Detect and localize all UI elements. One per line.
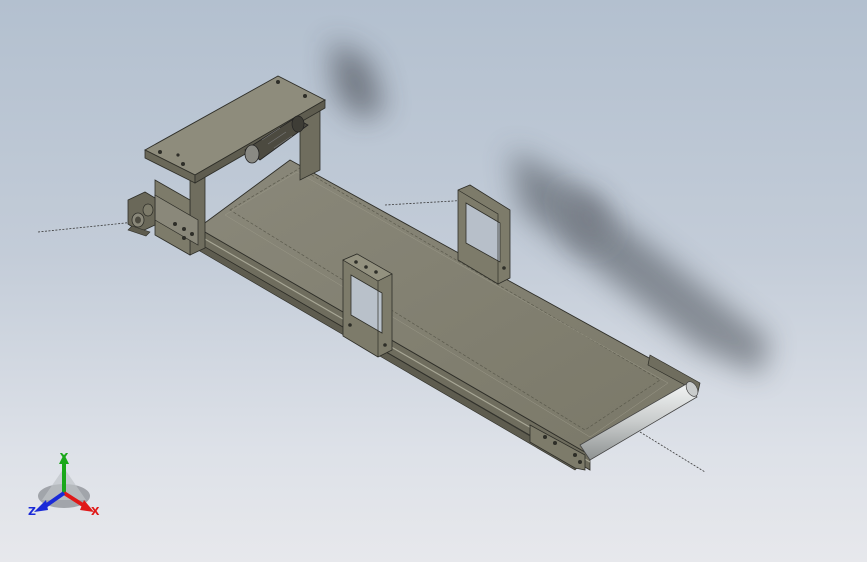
x-axis-label: X: [91, 505, 100, 518]
z-axis-arrowhead: [34, 500, 48, 512]
near-mount-bracket: [342, 253, 393, 358]
conveyor-3d-model[interactable]: Y X Z: [0, 0, 867, 562]
cad-viewport[interactable]: Y X Z: [0, 0, 867, 562]
z-axis-label: Z: [28, 505, 36, 518]
conveyor-frame: [197, 159, 701, 471]
y-axis-label: Y: [59, 451, 69, 464]
view-orientation-triad[interactable]: Y X Z: [28, 451, 100, 518]
